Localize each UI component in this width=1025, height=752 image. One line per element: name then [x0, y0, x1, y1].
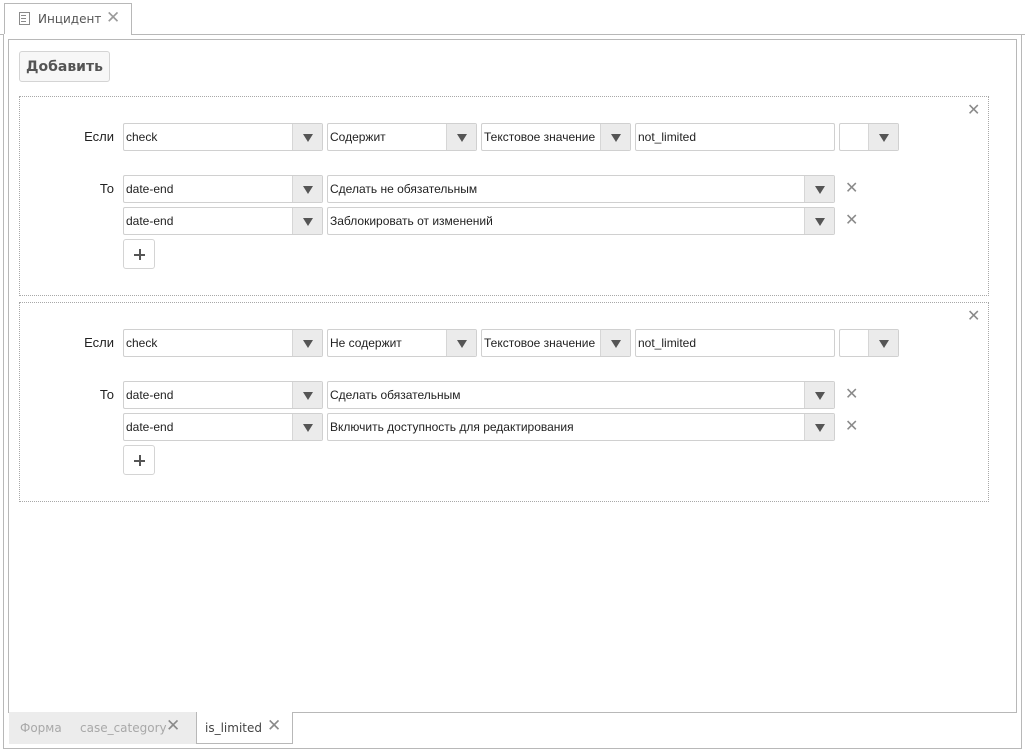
tab-case-category[interactable]: case_category ✕ — [70, 712, 197, 744]
remove-action-icon[interactable]: ✕ — [845, 384, 858, 403]
condition-extra-select[interactable] — [839, 123, 899, 151]
triangle-down-icon[interactable] — [868, 330, 898, 356]
triangle-down-icon[interactable] — [292, 176, 322, 202]
tab-form[interactable]: Форма — [9, 712, 69, 744]
action-field-select[interactable]: date-end — [123, 381, 323, 409]
triangle-down-icon[interactable] — [600, 124, 630, 150]
then-label: То — [99, 181, 114, 196]
triangle-down-icon[interactable] — [292, 208, 322, 234]
remove-action-icon[interactable]: ✕ — [845, 210, 858, 229]
remove-action-icon[interactable]: ✕ — [845, 178, 858, 197]
triangle-down-icon[interactable] — [804, 414, 834, 440]
close-tab-icon[interactable]: ✕ — [106, 8, 120, 28]
select-value: Текстовое значение — [484, 130, 596, 144]
condition-value-type-select[interactable]: Текстовое значение — [481, 123, 631, 151]
condition-operator-select[interactable]: Содержит — [327, 123, 477, 151]
add-action-button[interactable] — [123, 445, 155, 475]
remove-rule-icon[interactable]: ✕ — [967, 100, 980, 119]
action-field-select[interactable]: date-end — [123, 413, 323, 441]
remove-rule-icon[interactable]: ✕ — [967, 306, 980, 325]
triangle-down-icon[interactable] — [804, 382, 834, 408]
condition-operator-select[interactable]: Не содержит — [327, 329, 477, 357]
triangle-down-icon[interactable] — [446, 124, 476, 150]
action-field-select[interactable]: date-end — [123, 175, 323, 203]
tab-is-limited[interactable]: is_limited ✕ — [196, 712, 293, 744]
condition-value-type-select[interactable]: Текстовое значение — [481, 329, 631, 357]
condition-value-input[interactable]: not_limited — [635, 123, 835, 151]
condition-field-select[interactable]: check — [123, 329, 323, 357]
triangle-down-icon[interactable] — [292, 124, 322, 150]
add-action-button[interactable] — [123, 239, 155, 269]
condition-extra-select[interactable] — [839, 329, 899, 357]
action-select[interactable]: Сделать обязательным — [327, 381, 835, 409]
action-select[interactable]: Включить доступность для редактирования — [327, 413, 835, 441]
triangle-down-icon[interactable] — [292, 382, 322, 408]
close-tab-icon[interactable]: ✕ — [166, 716, 180, 736]
triangle-down-icon[interactable] — [292, 414, 322, 440]
condition-field-select[interactable]: check — [123, 123, 323, 151]
then-label: То — [99, 387, 114, 402]
triangle-down-icon[interactable] — [804, 176, 834, 202]
select-value: check — [126, 130, 158, 144]
close-tab-icon[interactable]: ✕ — [267, 716, 281, 736]
if-label: Если — [84, 129, 114, 144]
triangle-down-icon[interactable] — [446, 330, 476, 356]
tab-incident[interactable]: Инцидент ✕ — [4, 3, 132, 34]
select-value: Содержит — [330, 130, 386, 144]
action-select[interactable]: Сделать не обязательным — [327, 175, 835, 203]
remove-action-icon[interactable]: ✕ — [845, 416, 858, 435]
add-rule-button[interactable]: Добавить — [19, 51, 110, 82]
triangle-down-icon[interactable] — [868, 124, 898, 150]
action-field-select[interactable]: date-end — [123, 207, 323, 235]
condition-value-input[interactable]: not_limited — [635, 329, 835, 357]
action-select[interactable]: Заблокировать от изменений — [327, 207, 835, 235]
if-label: Если — [84, 335, 114, 350]
tab-title: Инцидент — [38, 12, 102, 26]
triangle-down-icon[interactable] — [600, 330, 630, 356]
triangle-down-icon[interactable] — [292, 330, 322, 356]
triangle-down-icon[interactable] — [804, 208, 834, 234]
document-icon — [19, 12, 30, 25]
